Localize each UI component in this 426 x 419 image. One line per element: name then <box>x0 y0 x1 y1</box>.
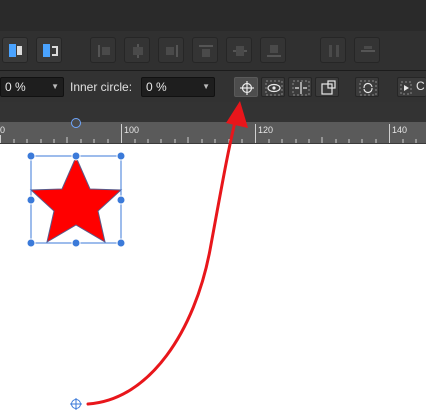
align-middle-icon <box>233 46 247 56</box>
horizontal-ruler[interactable]: 0 100 120 140 <box>0 122 426 144</box>
more-options-button[interactable]: C <box>397 77 426 97</box>
align-bottom-icon <box>267 45 281 57</box>
snapping-visibility-button[interactable] <box>261 77 285 97</box>
context-toolbar: 0 % ▼ Inner circle: 0 % ▼ C <box>0 71 426 103</box>
transform-origin-button[interactable] <box>234 77 258 97</box>
eye-icon <box>265 80 283 96</box>
align-right-button[interactable] <box>158 37 184 63</box>
outer-value-field[interactable]: 0 % ▼ <box>0 77 64 97</box>
bounding-box-icon <box>321 80 336 95</box>
inner-circle-label: Inner circle: <box>70 80 133 94</box>
outer-value-text: 0 % <box>5 80 26 94</box>
bring-forward-icon <box>9 44 22 57</box>
distribute-vertical-icon <box>361 46 375 52</box>
distribute-vertical-button[interactable] <box>354 37 380 63</box>
crosshair-target-icon <box>240 81 254 95</box>
align-top-icon <box>199 45 213 57</box>
toolbar-gap <box>0 102 426 122</box>
arrange-back-button[interactable] <box>36 37 62 63</box>
main-toolbar <box>0 31 426 71</box>
distribute-horizontal-icon <box>329 45 339 57</box>
ruler-ticks <box>0 124 417 143</box>
play-icon <box>400 81 412 95</box>
ruler-tick-label: 120 <box>258 125 274 135</box>
ruler-tick-label: 140 <box>392 125 408 135</box>
ruler-tick-label: 0 <box>0 125 6 135</box>
ruler-tick-label: 100 <box>124 125 140 135</box>
outer-value-dropdown-icon[interactable]: ▼ <box>51 78 59 96</box>
inner-circle-value-text: 0 % <box>146 80 167 94</box>
align-center-button[interactable] <box>124 37 150 63</box>
ruler-origin-marker[interactable] <box>71 118 81 128</box>
align-bottom-button[interactable] <box>260 37 286 63</box>
align-left-icon <box>98 45 110 57</box>
align-right-icon <box>166 45 178 57</box>
title-bar <box>0 0 426 31</box>
overflow-label: C <box>416 79 425 93</box>
distribute-horizontal-button[interactable] <box>320 37 346 63</box>
rotate-button[interactable] <box>355 77 379 97</box>
document-canvas[interactable] <box>0 144 426 419</box>
transform-together-button[interactable] <box>315 77 339 97</box>
inner-circle-dropdown-icon[interactable]: ▼ <box>202 78 210 96</box>
align-handles-button[interactable] <box>288 77 312 97</box>
send-backward-icon <box>43 44 58 57</box>
inner-circle-field[interactable]: 0 % ▼ <box>141 77 215 97</box>
align-left-button[interactable] <box>90 37 116 63</box>
rotate-icon <box>359 80 377 96</box>
arrange-front-button[interactable] <box>2 37 28 63</box>
align-center-icon <box>133 44 143 58</box>
handles-align-icon <box>292 80 310 96</box>
align-top-button[interactable] <box>192 37 218 63</box>
align-middle-button[interactable] <box>226 37 252 63</box>
